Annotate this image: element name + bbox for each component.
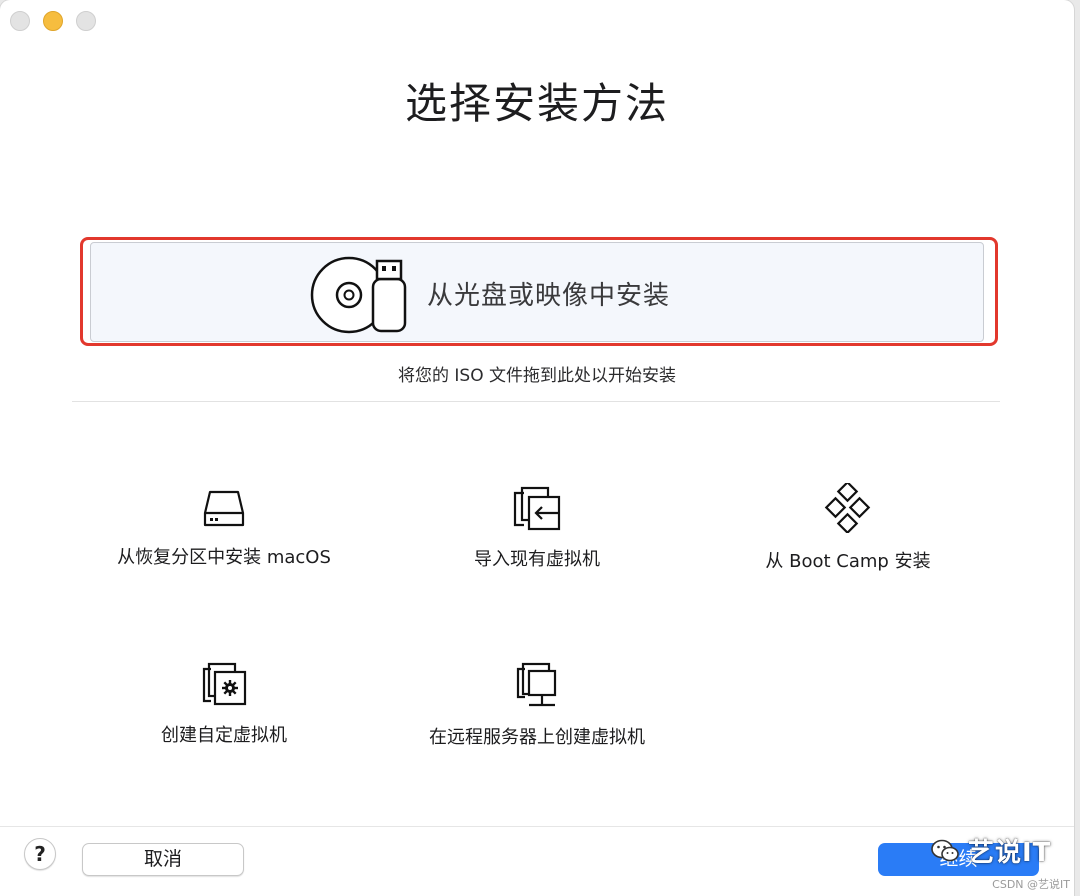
hard-drive-icon <box>203 490 245 527</box>
install-from-disc-label: 从光盘或映像中安装 <box>427 281 671 311</box>
zoom-window-button[interactable] <box>76 11 96 31</box>
disc-usb-icon <box>310 256 407 334</box>
window-controls <box>10 11 96 31</box>
minimize-window-button[interactable] <box>43 11 63 31</box>
option-label: 从 Boot Camp 安装 <box>765 551 931 572</box>
close-window-button[interactable] <box>10 11 30 31</box>
footer-divider <box>0 826 1074 827</box>
option-label: 在远程服务器上创建虚拟机 <box>429 727 645 748</box>
bootcamp-icon <box>824 483 871 533</box>
remote-server-icon <box>516 662 557 707</box>
option-label: 导入现有虚拟机 <box>474 549 600 570</box>
drag-iso-hint: 将您的 ISO 文件拖到此处以开始安装 <box>398 366 676 386</box>
cancel-button[interactable]: 取消 <box>82 843 244 876</box>
custom-vm-icon <box>202 662 247 706</box>
watermark-text: 艺说IT <box>968 838 1052 868</box>
help-button[interactable]: ? <box>24 838 56 870</box>
option-label: 从恢复分区中安装 macOS <box>117 547 331 568</box>
wechat-icon <box>931 839 959 861</box>
watermark: 艺说IT <box>930 832 1051 869</box>
install-from-disc-option[interactable]: 从光盘或映像中安装 <box>90 242 984 342</box>
install-from-recovery-option[interactable]: 从恢复分区中安装 macOS <box>104 489 344 569</box>
page-title: 选择安装方法 <box>404 79 669 128</box>
create-remote-vm-option[interactable]: 在远程服务器上创建虚拟机 <box>402 661 672 749</box>
csdn-credit: CSDN @艺说IT <box>992 878 1070 891</box>
import-vm-icon <box>513 486 561 531</box>
option-label: 创建自定虚拟机 <box>161 725 287 746</box>
install-method-window: 选择安装方法 从光盘或映像中安装 将您的 ISO 文件拖到此处以开始安装 从恢复… <box>0 0 1074 896</box>
divider <box>72 401 1000 402</box>
import-vm-option[interactable]: 导入现有虚拟机 <box>437 485 637 571</box>
create-custom-vm-option[interactable]: 创建自定虚拟机 <box>124 661 324 747</box>
install-from-bootcamp-option[interactable]: 从 Boot Camp 安装 <box>748 483 948 573</box>
